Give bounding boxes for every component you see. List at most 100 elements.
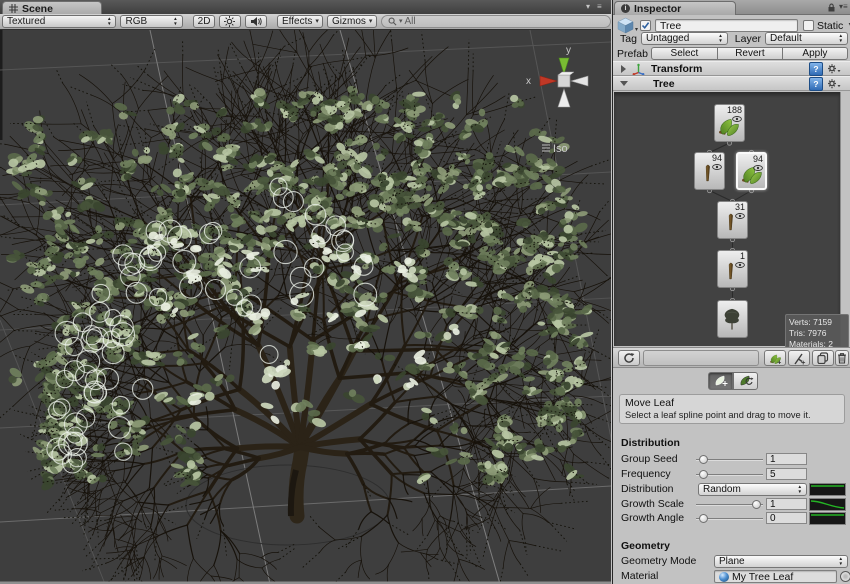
node-branch-group-1[interactable]: 1 xyxy=(717,250,748,288)
geometry-header-label: Geometry xyxy=(621,540,670,552)
shading-mode-dropdown[interactable]: Textured xyxy=(2,15,116,28)
tool-title: Move Leaf xyxy=(625,397,839,409)
node-leaf-group-94-selected[interactable]: 94 xyxy=(736,152,767,190)
scene-grid-icon xyxy=(9,4,18,13)
scene-search-input[interactable]: ▾ All xyxy=(381,15,611,28)
prefab-row: Prefab Select Revert Apply xyxy=(617,47,849,60)
group-seed-value[interactable]: 1 xyxy=(766,453,807,465)
eye-icon[interactable] xyxy=(735,213,745,219)
distribution-mode-dropdown[interactable]: Random xyxy=(698,483,807,496)
lighting-toggle-button[interactable] xyxy=(219,15,241,28)
prefab-apply-button[interactable]: Apply xyxy=(783,47,848,60)
effects-dropdown[interactable]: Effects▾ xyxy=(277,15,323,28)
scene-tab-label: Scene xyxy=(22,3,53,15)
effects-label: Effects xyxy=(282,16,312,27)
tag-dropdown[interactable]: Untagged xyxy=(641,32,728,45)
search-value: All xyxy=(405,16,416,27)
group-seed-slider[interactable] xyxy=(696,455,763,464)
eye-icon[interactable] xyxy=(735,262,745,268)
growth-angle-curve-preview[interactable] xyxy=(809,512,846,525)
scene-viewport[interactable]: y x Iso xyxy=(0,30,611,584)
audio-toggle-button[interactable] xyxy=(245,15,267,28)
growth-scale-slider[interactable] xyxy=(696,500,763,509)
rotate-leaf-tool-button[interactable] xyxy=(733,372,758,390)
refresh-button[interactable] xyxy=(618,350,640,366)
growth-scale-curve-preview[interactable] xyxy=(809,498,846,511)
material-object-field[interactable]: My Tree Leaf xyxy=(714,570,837,583)
tree-help-icon[interactable]: ? xyxy=(809,77,823,91)
node-leaf-group-188[interactable]: 188 xyxy=(714,104,745,142)
node-count: 188 xyxy=(727,105,742,115)
frequency-value[interactable]: 5 xyxy=(766,468,807,480)
prefab-select-button[interactable]: Select xyxy=(651,47,718,60)
render-channel-dropdown[interactable]: RGB xyxy=(120,15,182,28)
distribution-curve-preview[interactable] xyxy=(809,483,846,496)
geometry-mode-dropdown[interactable]: Plane xyxy=(714,555,848,568)
static-checkbox[interactable] xyxy=(803,20,814,31)
growth-angle-value[interactable]: 0 xyxy=(766,512,807,524)
frequency-label: Frequency xyxy=(621,468,671,480)
node-branch-group-94[interactable]: 94 xyxy=(694,152,725,190)
tab-scene[interactable]: Scene xyxy=(2,1,102,15)
updown-icon xyxy=(107,17,112,25)
transform-component-header[interactable]: Transform ? xyxy=(613,61,850,76)
layer-value: Default xyxy=(770,33,802,44)
rotate-leaf-icon xyxy=(738,374,754,388)
transform-help-icon[interactable]: ? xyxy=(809,62,823,76)
gizmo-iso-label: Iso xyxy=(553,143,568,155)
eye-icon[interactable] xyxy=(712,164,722,170)
tree-root-icon xyxy=(719,304,745,334)
duplicate-node-button[interactable] xyxy=(812,350,834,366)
lock-icon[interactable] xyxy=(827,3,836,12)
prefab-revert-label: Revert xyxy=(735,48,764,59)
growth-scale-value[interactable]: 1 xyxy=(766,498,807,510)
gizmo-cube[interactable] xyxy=(558,75,570,87)
layer-dropdown[interactable]: Default xyxy=(765,32,848,45)
inspector-menu-icon[interactable]: ▾≡ xyxy=(839,3,848,11)
material-label: Material xyxy=(621,570,658,582)
scene-pane-menu-icon[interactable]: ≡ xyxy=(597,3,602,11)
gizmos-dropdown[interactable]: Gizmos▾ xyxy=(327,15,377,28)
gameobject-active-checkbox[interactable] xyxy=(640,20,651,31)
shading-mode-label: Textured xyxy=(7,16,45,27)
caret-down-icon: ▾ xyxy=(399,19,403,25)
node-branch-group-31[interactable]: 31 xyxy=(717,201,748,239)
gizmos-label: Gizmos xyxy=(332,16,366,27)
add-leaf-icon: + xyxy=(768,352,782,365)
move-leaf-tool-button[interactable] xyxy=(708,372,733,390)
tree-settings-gear-icon[interactable] xyxy=(827,78,841,89)
caret-down-icon: ▾ xyxy=(315,19,319,25)
growth-angle-slider[interactable] xyxy=(696,514,763,523)
eye-icon[interactable] xyxy=(753,165,763,171)
transform-settings-gear-icon[interactable] xyxy=(827,63,841,74)
scene-pane-dropdown-icon[interactable]: ▾ xyxy=(586,3,590,11)
duplicate-icon xyxy=(817,352,829,364)
tree-component-label: Tree xyxy=(653,78,675,90)
gizmo-x-label: x xyxy=(526,76,531,87)
updown-icon xyxy=(173,17,178,25)
updown-icon xyxy=(838,34,843,42)
frequency-slider[interactable] xyxy=(696,470,763,479)
node-tree-root[interactable] xyxy=(717,300,748,338)
delete-node-button[interactable] xyxy=(835,350,849,366)
material-object-picker[interactable] xyxy=(840,571,850,582)
tab-inspector[interactable]: i Inspector xyxy=(614,1,736,15)
tree-node-editor[interactable]: 188 94 94 31 1 xyxy=(614,92,841,346)
gameobject-name-field[interactable]: Tree xyxy=(655,19,798,32)
group-seed-value-text: 1 xyxy=(770,454,776,465)
updown-icon xyxy=(797,485,802,493)
move-leaf-icon xyxy=(713,374,729,388)
add-branch-group-button[interactable]: + xyxy=(788,350,810,366)
tree-component-header[interactable]: Tree ? xyxy=(613,76,850,91)
tool-description: Select a leaf spline point and drag to m… xyxy=(625,410,839,420)
prefab-revert-button[interactable]: Revert xyxy=(718,47,783,60)
node-count: 94 xyxy=(753,154,763,164)
2d-toggle-button[interactable]: 2D xyxy=(193,15,216,28)
add-leaf-group-button[interactable]: + xyxy=(764,350,786,366)
search-icon xyxy=(388,17,397,26)
unity-editor-window: Scene ▾ ≡ Textured RGB 2D Effects▾ xyxy=(0,0,850,584)
stats-verts: Verts: 7159 xyxy=(789,317,845,328)
foldout-expanded-icon[interactable] xyxy=(620,81,628,86)
eye-icon[interactable] xyxy=(732,116,742,122)
foldout-collapsed-icon[interactable] xyxy=(621,65,626,73)
